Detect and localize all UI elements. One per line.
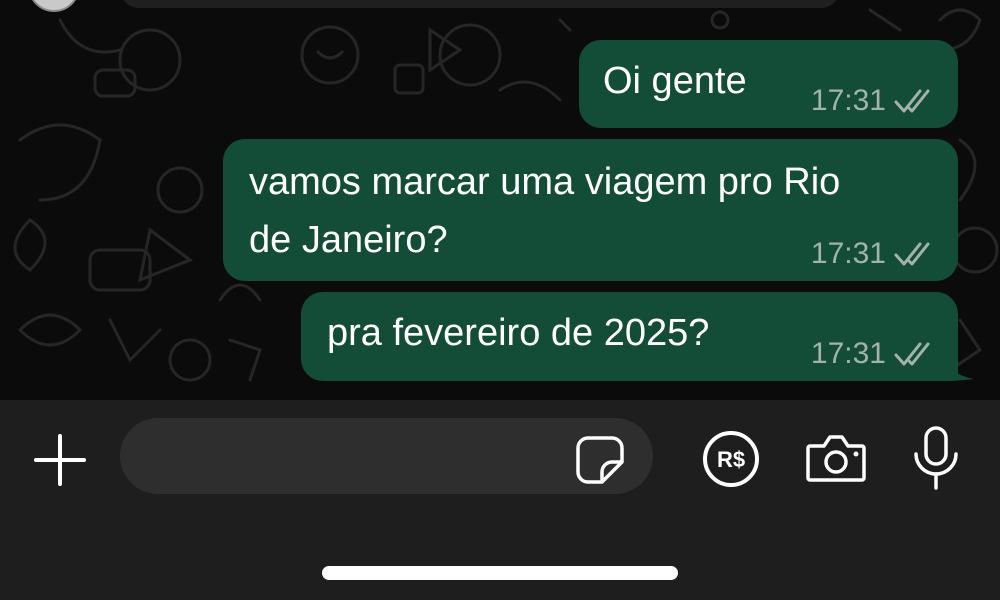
message-meta: 17:31 bbox=[811, 337, 934, 371]
sticker-icon[interactable] bbox=[574, 434, 626, 486]
message-bubble[interactable]: Oi gente 17:31 bbox=[579, 40, 958, 128]
microphone-icon[interactable] bbox=[910, 426, 962, 490]
payment-rs-icon[interactable]: R$ bbox=[702, 430, 760, 488]
plus-icon[interactable] bbox=[32, 432, 88, 488]
message-time: 17:31 bbox=[810, 337, 886, 370]
payment-label: R$ bbox=[717, 447, 745, 472]
double-check-icon bbox=[894, 342, 930, 366]
message-text: pra fevereiro de 2025? bbox=[327, 312, 710, 354]
message-time: 17:31 bbox=[810, 84, 886, 117]
double-check-icon bbox=[894, 89, 930, 113]
chat-area: Oi gente 17:31 vamos marcar uma viagem p… bbox=[0, 0, 1000, 400]
double-check-icon bbox=[894, 242, 930, 266]
message-input[interactable] bbox=[148, 418, 572, 496]
message-text: vamos marcar uma viagem pro Rio de Janei… bbox=[249, 161, 841, 261]
message-meta: 17:31 bbox=[811, 84, 934, 118]
message-bubble[interactable]: pra fevereiro de 2025? 17:31 bbox=[301, 292, 958, 381]
message-text: Oi gente bbox=[603, 60, 747, 102]
message-time: 17:31 bbox=[810, 237, 886, 270]
camera-icon[interactable] bbox=[804, 430, 868, 486]
home-indicator[interactable] bbox=[322, 566, 678, 580]
previous-message-bubble bbox=[120, 0, 840, 8]
bubble-tail bbox=[946, 357, 974, 381]
message-bubble[interactable]: vamos marcar uma viagem pro Rio de Janei… bbox=[223, 139, 958, 281]
message-meta: 17:31 bbox=[811, 237, 934, 271]
